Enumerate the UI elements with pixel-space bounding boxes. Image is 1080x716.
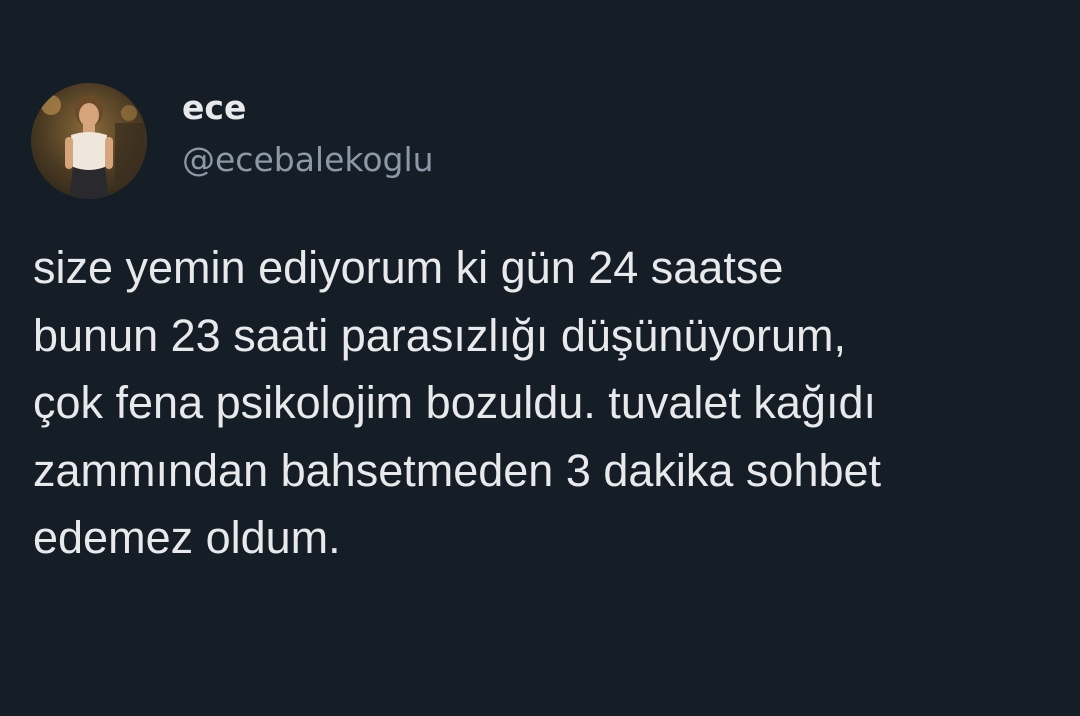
display-name[interactable]: ece <box>182 88 434 128</box>
tweet-text: size yemin ediyorum ki gün 24 saatse bun… <box>33 242 882 563</box>
user-handle[interactable]: @ecebalekoglu <box>182 140 434 180</box>
author-names: ece @ecebalekoglu <box>182 88 434 180</box>
avatar[interactable] <box>31 83 147 199</box>
tweet-card: ece @ecebalekoglu size yemin ediyorum ki… <box>0 0 1080 716</box>
tweet-header: ece @ecebalekoglu <box>31 83 434 199</box>
avatar-image <box>31 83 147 199</box>
